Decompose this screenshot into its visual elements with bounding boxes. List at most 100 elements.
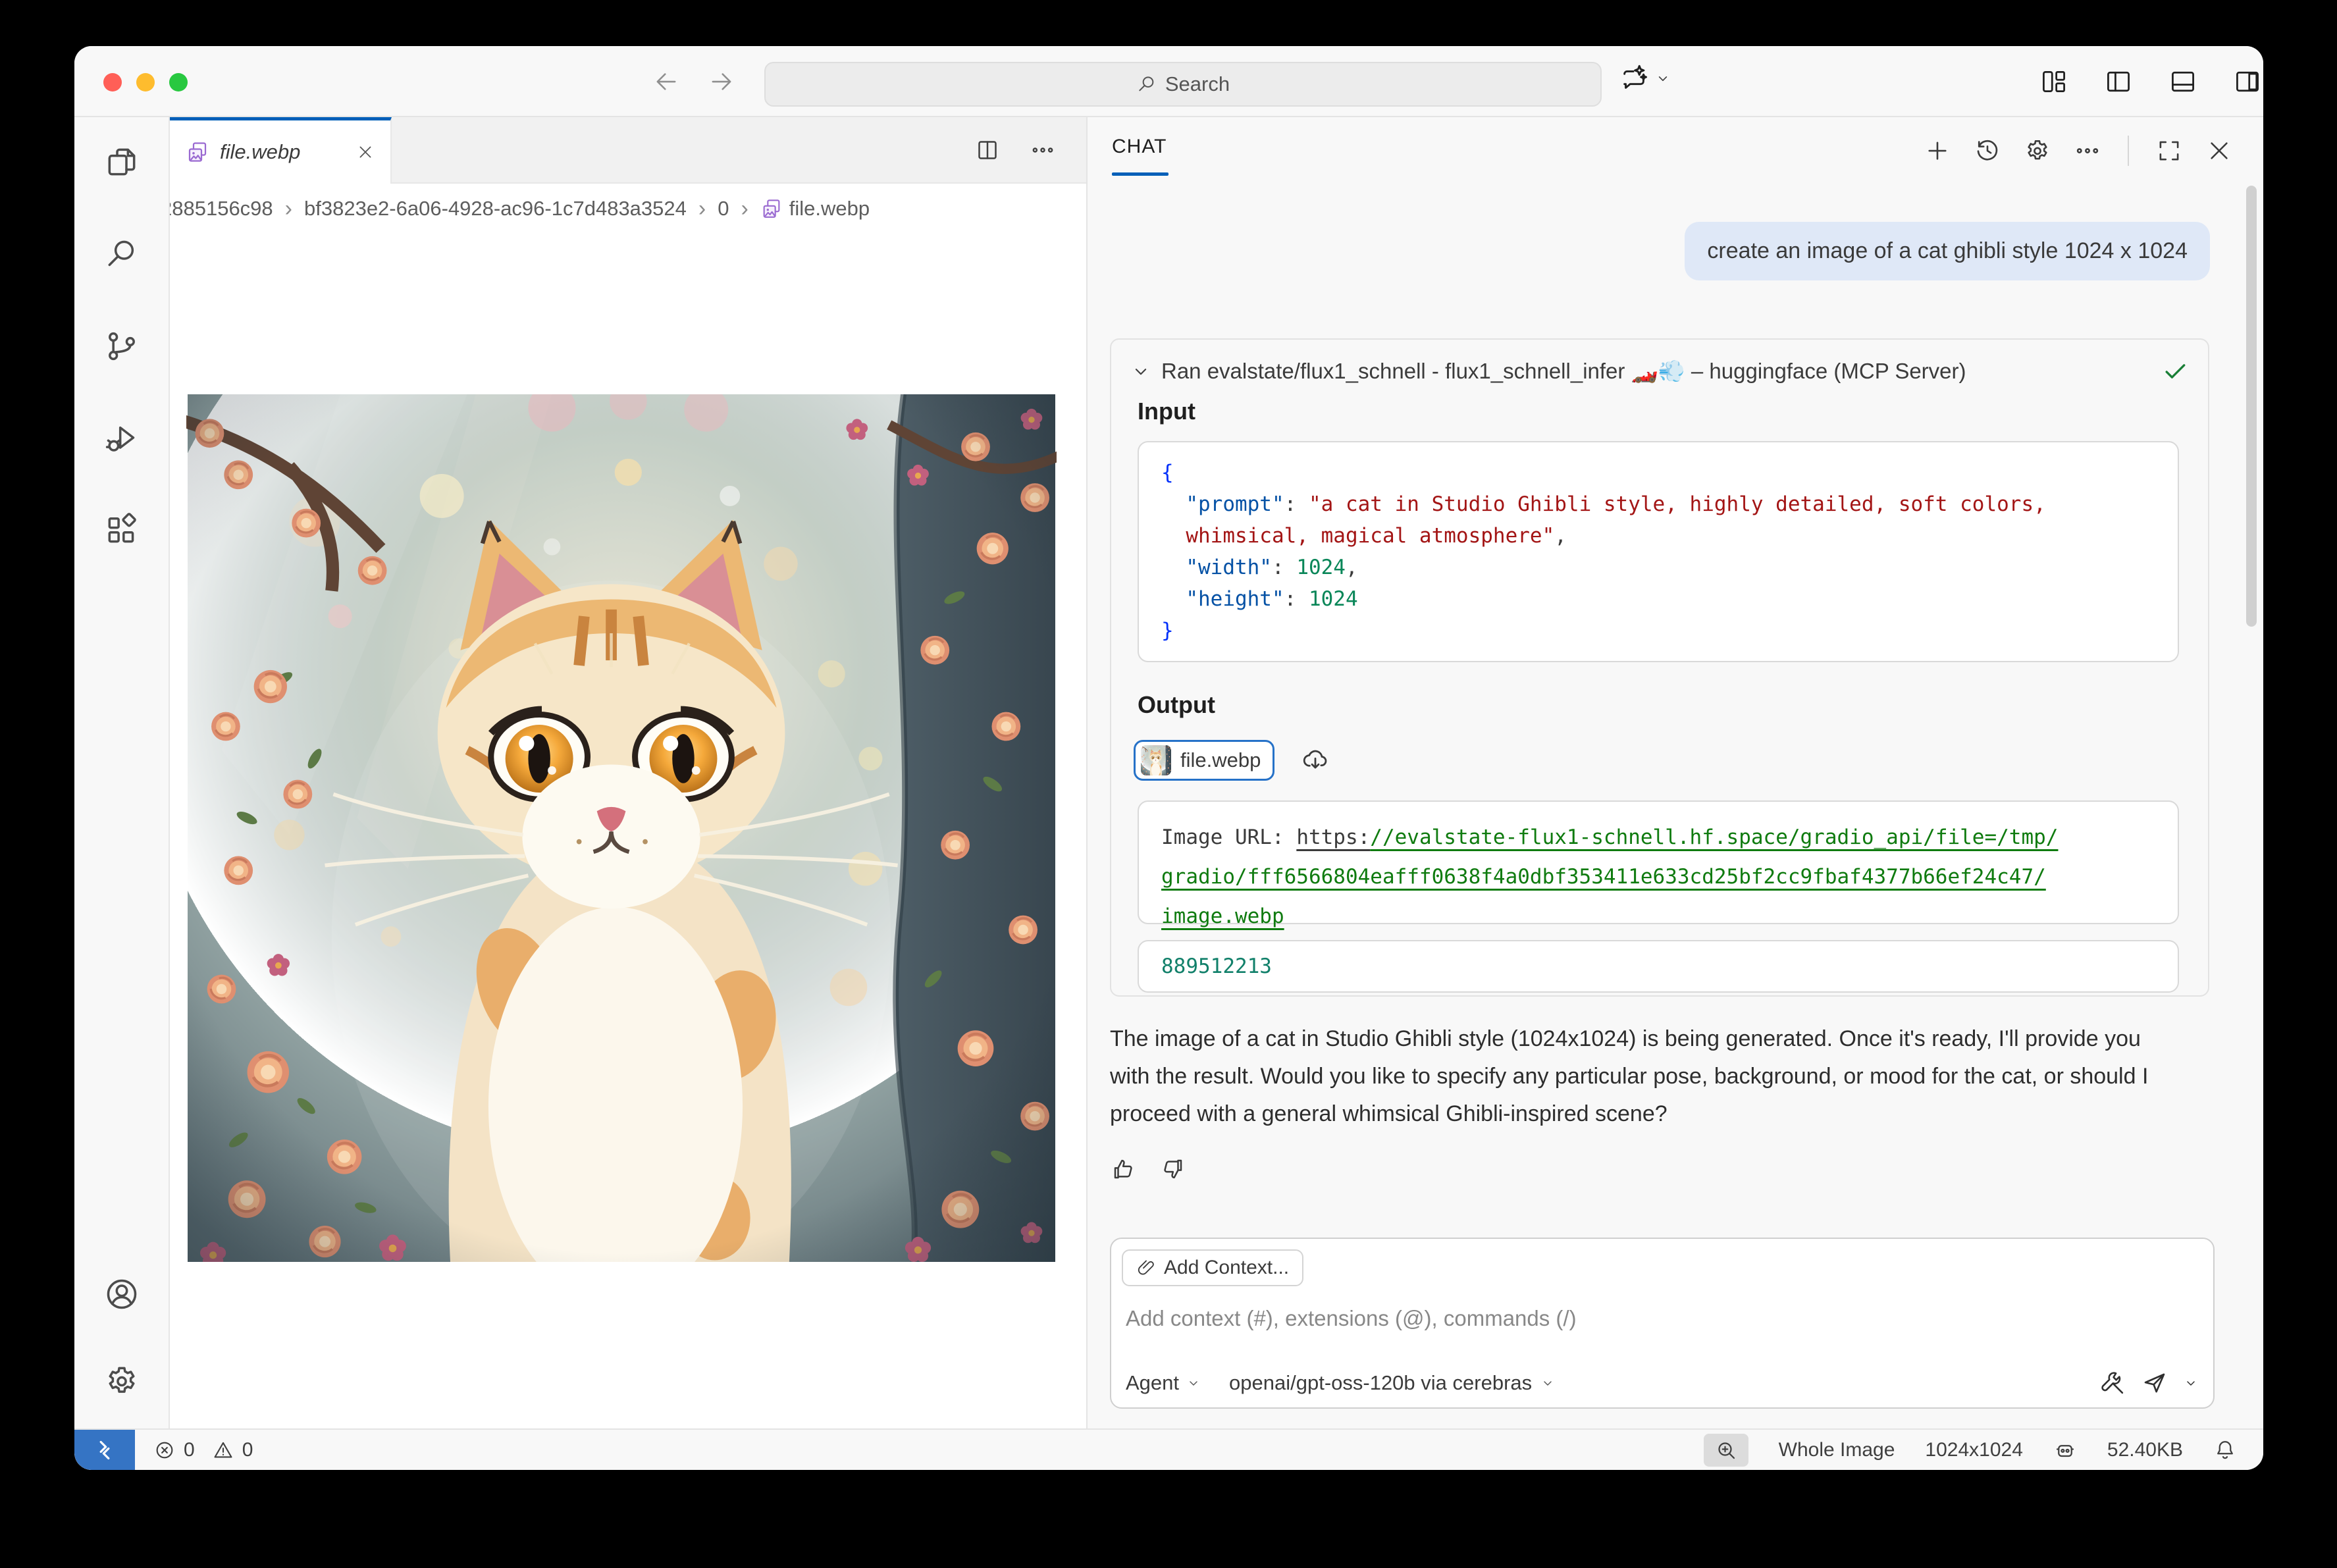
breadcrumb: 2885156c98 › bf3823e2-6a06-4928-ac96-1c7…: [170, 184, 1086, 234]
chevron-right-icon: ›: [739, 196, 749, 222]
divider: [2128, 136, 2129, 166]
output-file-chip[interactable]: file.webp: [1134, 740, 1274, 781]
image-url-block[interactable]: Image URL: https://evalstate-flux1-schne…: [1138, 800, 2179, 924]
remote-indicator[interactable]: [74, 1430, 135, 1470]
send-icon[interactable]: [2141, 1369, 2168, 1397]
send-options-chevron-icon[interactable]: [2183, 1375, 2199, 1391]
split-editor-icon[interactable]: [974, 137, 1001, 163]
back-icon[interactable]: [652, 68, 680, 95]
success-check-icon: [2161, 357, 2190, 386]
titlebar: Search: [74, 46, 2263, 117]
close-icon: [356, 143, 375, 161]
toggle-panel-icon[interactable]: [2168, 67, 2197, 96]
breadcrumb-segment[interactable]: bf3823e2-6a06-4928-ac96-1c7d483a3524: [304, 197, 687, 221]
chevron-down-icon: [1540, 1375, 1556, 1391]
chat-more-actions-icon[interactable]: [2074, 137, 2101, 165]
accounts-icon[interactable]: [103, 1276, 140, 1313]
traffic-lights: [103, 73, 188, 91]
thumbs-up-icon[interactable]: [1110, 1156, 1136, 1182]
source-control-icon[interactable]: [103, 328, 140, 365]
chat-header: CHAT: [1088, 117, 2263, 182]
zoom-window-button[interactable]: [169, 73, 188, 91]
new-chat-icon[interactable]: [1924, 137, 1951, 165]
scrollbar-thumb[interactable]: [2246, 186, 2257, 627]
image-file-icon: [186, 140, 209, 164]
tab-file-webp[interactable]: file.webp: [170, 117, 392, 184]
breadcrumb-file[interactable]: file.webp: [760, 197, 870, 221]
chat-history-icon[interactable]: [1974, 137, 2001, 165]
maximize-panel-icon[interactable]: [2155, 137, 2183, 165]
active-tab-underline: [1112, 172, 1168, 176]
problems-status[interactable]: 0 0: [153, 1439, 262, 1461]
add-context-button[interactable]: Add Context...: [1122, 1249, 1303, 1286]
remote-icon: [92, 1437, 118, 1463]
image-file-size[interactable]: 52.40KB: [2107, 1439, 2183, 1461]
search-input[interactable]: Search: [764, 62, 1602, 107]
thumbs-down-icon[interactable]: [1160, 1156, 1186, 1182]
warning-icon: [212, 1439, 234, 1461]
output-section-label: Output: [1138, 691, 1215, 719]
status-bar: 0 0 Whole Image 1024x1024 52.40KB: [74, 1428, 2263, 1470]
chevron-down-icon: [1130, 360, 1152, 382]
chat-input-box[interactable]: Add Context... Add context (#), extensio…: [1110, 1238, 2215, 1409]
close-panel-icon[interactable]: [2205, 137, 2233, 165]
paperclip-icon: [1136, 1258, 1156, 1278]
run-debug-icon[interactable]: [103, 420, 140, 457]
copilot-menu-button[interactable]: [1619, 63, 1671, 93]
chat-panel: CHAT create an image of a cat ghibli sty…: [1088, 117, 2263, 1428]
editor-group: file.webp 2885156c98 › bf3823e2-6a06-492…: [170, 117, 1088, 1428]
close-window-button[interactable]: [103, 73, 122, 91]
copilot-chat-icon: [1619, 63, 1649, 93]
forward-icon[interactable]: [708, 68, 735, 95]
tool-input-json: { "prompt": "a cat in Studio Ghibli styl…: [1138, 441, 2179, 662]
search-icon: [1136, 74, 1157, 95]
search-placeholder: Search: [1165, 72, 1230, 96]
error-count: 0: [184, 1439, 195, 1461]
zoom-in-icon: [1714, 1438, 1738, 1462]
result-id-block: 889512213: [1138, 940, 2179, 993]
chevron-down-icon: [1186, 1375, 1201, 1391]
tab-close-button[interactable]: [356, 143, 375, 161]
toggle-primary-sidebar-icon[interactable]: [2104, 67, 2133, 96]
chat-tab-title[interactable]: CHAT: [1112, 136, 1167, 158]
notifications-bell-icon[interactable]: [2213, 1438, 2237, 1462]
toggle-secondary-sidebar-icon[interactable]: [2233, 67, 2262, 96]
extensions-icon[interactable]: [103, 512, 140, 549]
more-actions-icon[interactable]: [1030, 137, 1056, 163]
tab-bar: file.webp: [170, 117, 1086, 184]
error-icon: [153, 1439, 176, 1461]
assistant-response: The image of a cat in Studio Ghibli styl…: [1110, 1020, 2163, 1133]
image-zoom-mode[interactable]: Whole Image: [1779, 1439, 1895, 1461]
file-thumbnail: [1141, 745, 1171, 775]
file-chip-label: file.webp: [1180, 748, 1261, 772]
customize-layout-icon[interactable]: [2039, 67, 2068, 96]
agent-mode-dropdown[interactable]: Agent: [1126, 1371, 1201, 1395]
tab-label: file.webp: [220, 140, 300, 164]
tool-call-card: Ran evalstate/flux1_schnell - flux1_schn…: [1110, 338, 2209, 997]
image-dimensions[interactable]: 1024x1024: [1925, 1439, 2022, 1461]
breadcrumb-segment[interactable]: 0: [718, 197, 729, 221]
chevron-right-icon: ›: [697, 196, 707, 222]
search-sidebar-icon[interactable]: [103, 236, 140, 273]
model-dropdown[interactable]: openai/gpt-oss-120b via cerebras: [1229, 1371, 1556, 1395]
minimize-window-button[interactable]: [136, 73, 155, 91]
breadcrumb-segment[interactable]: 2885156c98: [170, 197, 273, 221]
user-message-bubble: create an image of a cat ghibli style 10…: [1685, 222, 2210, 280]
image-zoom-button[interactable]: [1704, 1434, 1748, 1467]
chevron-down-icon: [1654, 70, 1671, 87]
tools-icon[interactable]: [2099, 1369, 2126, 1397]
image-file-icon: [760, 197, 783, 220]
input-section-label: Input: [1138, 398, 1195, 425]
result-id: 889512213: [1161, 954, 1272, 978]
image-preview-canvas: [170, 234, 1086, 1428]
download-icon[interactable]: [1301, 746, 1330, 775]
activity-bar: [74, 117, 170, 1428]
explorer-icon[interactable]: [103, 144, 140, 180]
tool-call-title: Ran evalstate/flux1_schnell - flux1_schn…: [1161, 359, 1966, 384]
settings-gear-icon[interactable]: [103, 1363, 140, 1399]
copilot-status-icon[interactable]: [2053, 1438, 2077, 1462]
chat-input-placeholder: Add context (#), extensions (@), command…: [1126, 1306, 1577, 1331]
chat-settings-gear-icon[interactable]: [2024, 137, 2051, 165]
chevron-right-icon: ›: [284, 196, 294, 222]
tool-call-header[interactable]: Ran evalstate/flux1_schnell - flux1_schn…: [1130, 357, 2190, 386]
